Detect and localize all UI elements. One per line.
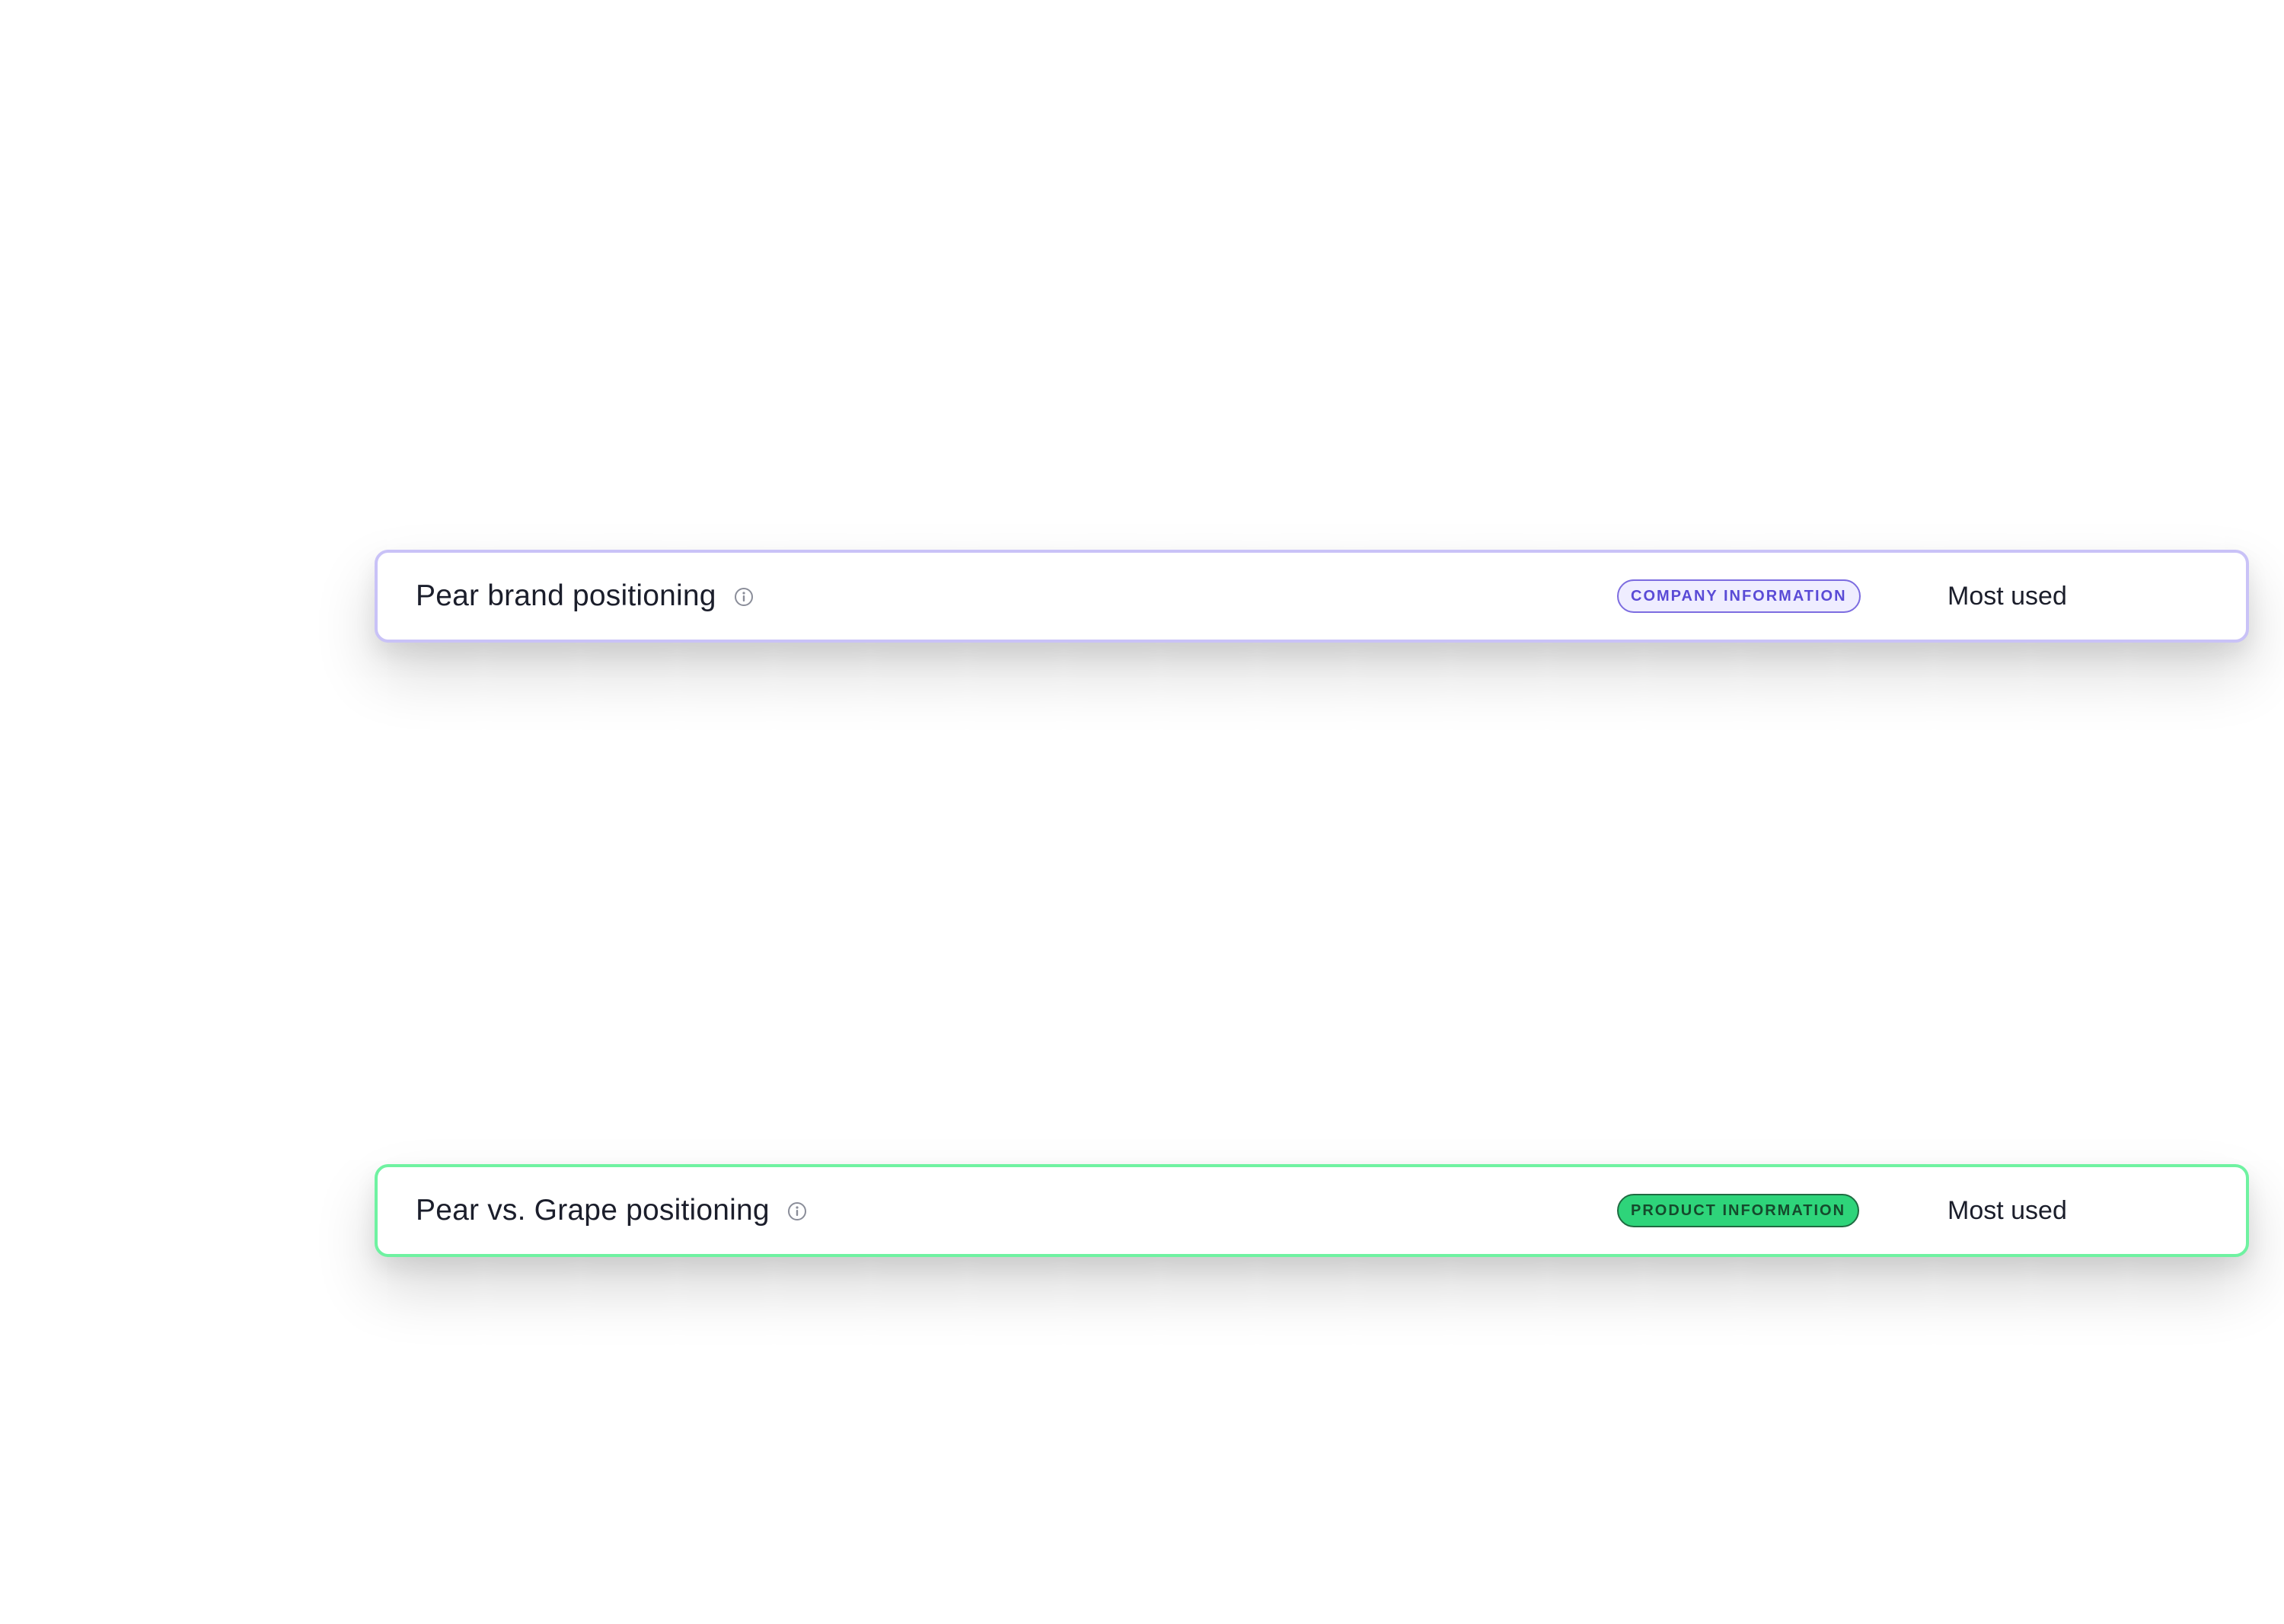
card-title-group: Pear vs. Grape positioning xyxy=(416,1167,808,1254)
document-card[interactable]: Pear brand positioning COMPANY INFORMATI… xyxy=(375,550,2249,643)
card-title: Pear brand positioning xyxy=(416,579,716,612)
canvas: Pear brand positioning COMPANY INFORMATI… xyxy=(0,0,2284,1624)
info-circle-icon[interactable] xyxy=(786,1201,808,1222)
usage-label: Most used xyxy=(1947,1195,2067,1225)
card-title-group: Pear brand positioning xyxy=(416,553,754,640)
category-badge: COMPANY INFORMATION xyxy=(1617,579,1861,613)
info-circle-icon[interactable] xyxy=(733,586,754,608)
card-title: Pear vs. Grape positioning xyxy=(416,1194,770,1227)
usage-label: Most used xyxy=(1947,581,2067,611)
document-card[interactable]: Pear vs. Grape positioning PRODUCT INFOR… xyxy=(375,1164,2249,1257)
category-badge: PRODUCT INFORMATION xyxy=(1617,1194,1860,1227)
